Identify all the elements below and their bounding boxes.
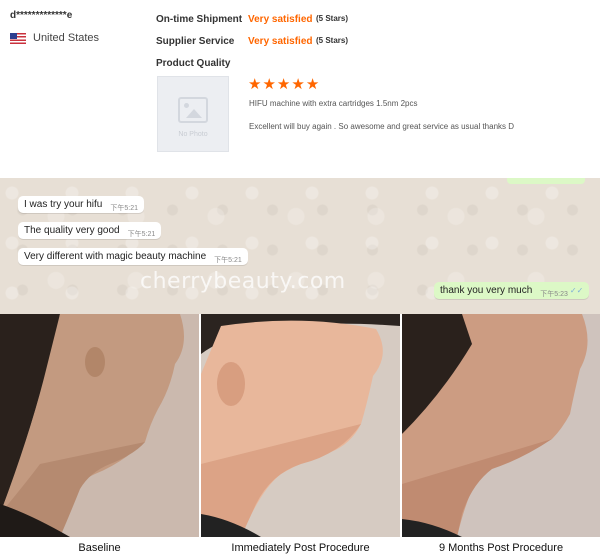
metric-value-service: Very satisfied [248,36,313,47]
caption-baseline: Baseline [0,537,199,559]
caption-9-months-post: 9 Months Post Procedure [402,537,600,559]
face-profile-image [0,314,199,537]
us-flag-icon [10,32,26,44]
panel-baseline: Baseline [0,314,199,559]
message-time: 下午5:23 [540,291,568,298]
star-icon: ★ [262,75,276,93]
review-photo-placeholder[interactable]: No Photo [157,76,229,152]
buyer-country: United States [10,32,99,44]
chat-message-outgoing: thank you very much 下午5:23 ✓✓ [434,282,590,299]
star-icon: ★ [305,75,320,93]
face-profile-image [201,314,400,537]
buyer-name: d*************e [10,10,73,21]
review-comment: Excellent will buy again . So awesome an… [249,122,515,131]
metric-value-shipment: Very satisfied [248,14,313,25]
metric-stars-service: (5 Stars) [316,36,349,45]
chat-message: Very different with magic beauty machine… [18,248,248,265]
panel-immediately-post: Immediately Post Procedure [201,314,400,559]
buyer-review: d*************e United States On-time Sh… [0,0,600,178]
chat-message: I was try your hifu 下午5:21 [18,196,144,213]
watermark: cherrybeauty.com [140,269,346,294]
baseline-photo [0,314,199,537]
no-photo-label: No Photo [178,130,208,138]
country-label: United States [33,32,100,44]
chat-screenshot: I was try your hifu 下午5:21 The quality ve… [0,178,600,314]
message-time: 下午5:21 [110,205,138,212]
star-icon: ★ [248,75,262,93]
message-text: thank you very much [440,285,533,296]
post-procedure-photo [201,314,400,537]
chat-message: The quality very good 下午5:21 [18,222,162,239]
metric-label-service: Supplier Service [156,36,235,47]
metric-label-quality: Product Quality [156,58,231,69]
image-icon [178,96,208,123]
nine-months-photo [402,314,600,537]
star-icon: ★ [276,75,291,93]
before-after-gallery: Baseline Immediately Post Procedure 9 Mo… [0,314,600,559]
message-text: The quality very good [24,225,120,236]
double-check-icon: ✓✓ [569,286,584,295]
partial-chat-bubble [507,178,585,184]
rating-stars: ★ ★ ★ ★ ★ [248,77,319,92]
message-text: Very different with magic beauty machine [24,251,207,262]
message-time: 下午5:21 [214,257,242,264]
face-profile-image [402,314,600,537]
caption-immediately-post: Immediately Post Procedure [201,537,400,559]
panel-9-months-post: 9 Months Post Procedure [402,314,600,559]
star-icon: ★ [291,75,305,93]
metric-label-shipment: On-time Shipment [156,14,243,25]
metric-stars-shipment: (5 Stars) [316,14,349,23]
message-time: 下午5:21 [127,231,156,238]
review-product: HIFU machine with extra cartridges 1.5nm… [249,99,418,108]
message-text: I was try your hifu [24,199,103,210]
